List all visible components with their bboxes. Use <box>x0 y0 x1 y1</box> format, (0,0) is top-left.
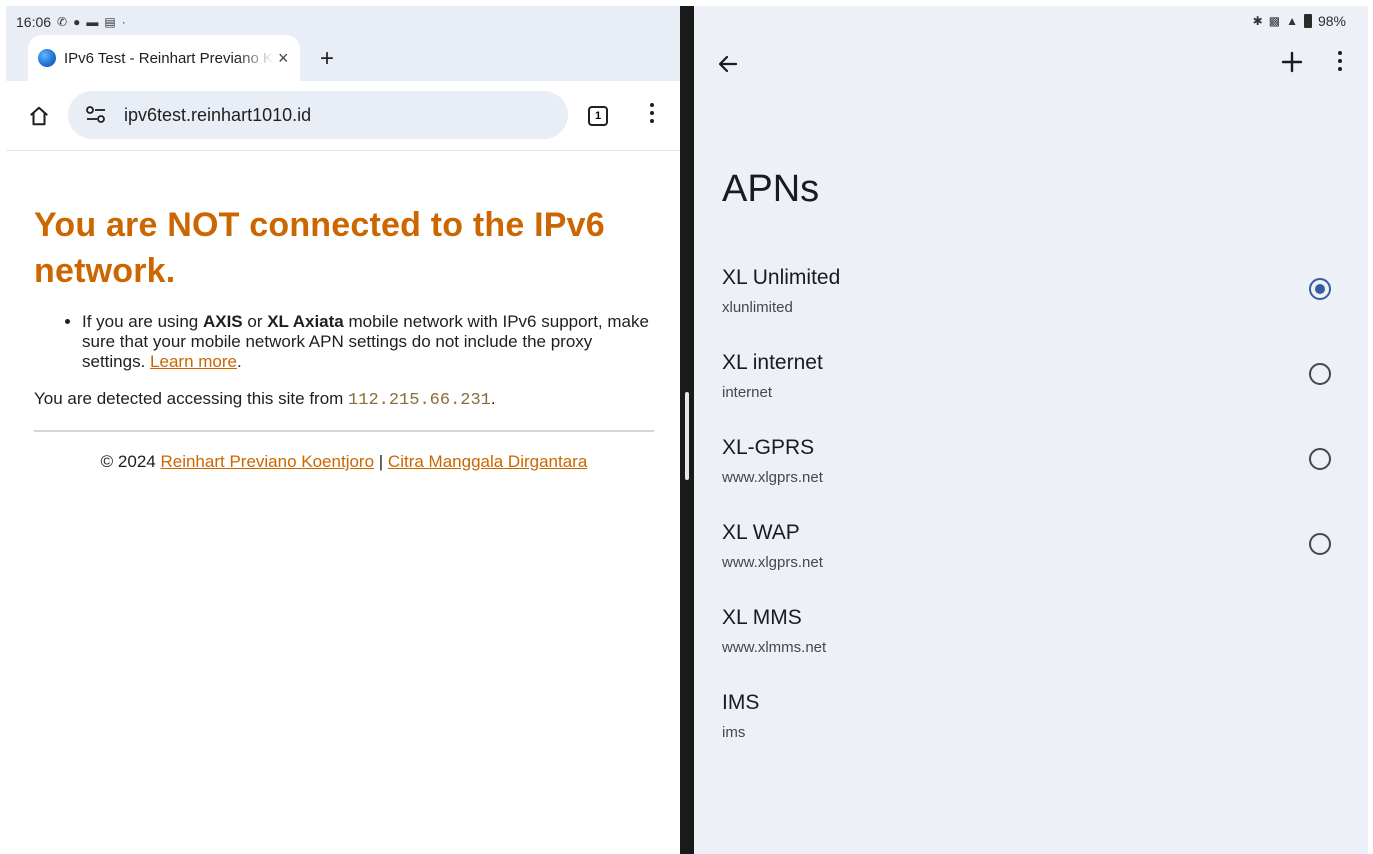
apn-item-ims[interactable]: IMS ims <box>694 677 1368 762</box>
apn-item-xl-mms[interactable]: XL MMS www.xlmms.net <box>694 592 1368 677</box>
page-footer: © 2024 Reinhart Previano Koentjoro | Cit… <box>34 452 654 472</box>
apn-value: xlunlimited <box>722 299 793 316</box>
apn-list: XL Unlimited xlunlimited XL internet int… <box>694 252 1368 762</box>
apn-name: XL-GPRS <box>722 436 815 459</box>
apn-value: internet <box>722 384 773 401</box>
bullet-bold-xl: XL Axiata <box>267 312 344 331</box>
browser-chrome: 16:06 ✆ ● ▬ ▤ · IPv6 Test - Reinhart Pre… <box>6 6 680 151</box>
radio-unselected[interactable] <box>1309 448 1331 470</box>
status-bar-right: ✱ ▩ ▲ 98% <box>1253 10 1346 32</box>
apn-name: XL Unlimited <box>722 266 841 289</box>
lte-icon: ▩ <box>1268 14 1281 28</box>
learn-more-link[interactable]: Learn more <box>150 352 237 371</box>
browser-pane: 16:06 ✆ ● ▬ ▤ · IPv6 Test - Reinhart Pre… <box>6 6 680 854</box>
apn-value: www.xlgprs.net <box>722 554 823 571</box>
tab-title: IPv6 Test - Reinhart Previano Koentjoro <box>64 49 274 67</box>
browser-tab-active[interactable]: IPv6 Test - Reinhart Previano Koentjoro … <box>28 35 300 81</box>
new-tab-button[interactable]: + <box>314 46 340 72</box>
site-settings-icon[interactable] <box>86 106 106 124</box>
chat-icon: ● <box>73 15 81 29</box>
apn-value: www.xlgprs.net <box>722 469 823 486</box>
detected-suffix: . <box>490 389 496 408</box>
apn-value: www.xlmms.net <box>722 639 827 656</box>
footer-separator: | <box>374 452 388 471</box>
settings-pane: ✱ ▩ ▲ 98% APNs XL Unlimited xlunlimited … <box>694 6 1368 854</box>
tab-switcher-button[interactable]: 1 <box>588 106 608 126</box>
bullet-bold-axis: AXIS <box>202 312 243 331</box>
org-link[interactable]: Citra Manggala Dirgantara <box>388 452 587 471</box>
apn-value: ims <box>722 724 746 741</box>
address-bar[interactable]: ipv6test.reinhart1010.id <box>68 91 568 139</box>
radio-unselected[interactable] <box>1309 533 1331 555</box>
status-time: 16:06 <box>16 14 52 30</box>
signal-icon: ▲ <box>1286 14 1298 28</box>
bullet-text: or <box>242 312 268 331</box>
bullet-text: If you are using <box>82 312 203 331</box>
home-icon[interactable] <box>28 105 50 127</box>
apn-item-xl-unlimited[interactable]: XL Unlimited xlunlimited <box>694 252 1368 337</box>
split-screen-divider[interactable] <box>680 6 694 854</box>
bullet-text: . <box>236 352 242 371</box>
page-headline: You are NOT connected to the IPv6 networ… <box>34 206 605 290</box>
battery-percentage: 98% <box>1317 13 1346 29</box>
whatsapp-icon: ✆ <box>57 15 68 29</box>
status-bar-left: 16:06 ✆ ● ▬ ▤ · <box>16 10 126 34</box>
page-content: You are NOT connected to the IPv6 networ… <box>34 202 654 472</box>
globe-favicon-icon <box>38 49 56 67</box>
dot-icon: · <box>121 15 126 29</box>
apn-name: IMS <box>722 691 760 714</box>
author-link[interactable]: Reinhart Previano Koentjoro <box>160 452 374 471</box>
back-arrow-icon[interactable] <box>716 52 740 76</box>
message-icon: ▬ <box>86 15 99 29</box>
divider-line <box>34 430 654 432</box>
page-title: APNs <box>722 168 820 210</box>
url-text[interactable]: ipv6test.reinhart1010.id <box>124 91 311 139</box>
clapper-icon: ▤ <box>104 15 116 29</box>
battery-icon <box>1303 14 1312 28</box>
apn-item-xl-gprs[interactable]: XL-GPRS www.xlgprs.net <box>694 422 1368 507</box>
apn-name: XL WAP <box>722 521 800 544</box>
detected-prefix: You are detected accessing this site fro… <box>34 389 349 408</box>
apn-item-xl-wap[interactable]: XL WAP www.xlgprs.net <box>694 507 1368 592</box>
more-options-icon[interactable] <box>1336 51 1344 75</box>
apn-name: XL internet <box>722 351 823 374</box>
list-item: If you are using AXIS or XL Axiata mobil… <box>82 312 654 372</box>
tab-close-button[interactable]: × <box>278 48 289 69</box>
add-apn-icon[interactable] <box>1280 50 1304 74</box>
browser-menu-icon[interactable] <box>648 103 656 127</box>
radio-selected[interactable] <box>1309 278 1331 300</box>
radio-unselected[interactable] <box>1309 363 1331 385</box>
apn-item-xl-internet[interactable]: XL internet internet <box>694 337 1368 422</box>
detected-ip-line: You are detected accessing this site fro… <box>34 388 654 412</box>
bluetooth-icon: ✱ <box>1252 14 1263 28</box>
info-list: If you are using AXIS or XL Axiata mobil… <box>34 312 654 372</box>
ip-address: 112.215.66.231 <box>348 391 491 410</box>
footer-copyright: © 2024 <box>100 452 161 471</box>
divider-drag-handle[interactable] <box>685 392 689 480</box>
browser-toolbar: ipv6test.reinhart1010.id 1 <box>6 81 680 151</box>
apn-name: XL MMS <box>722 606 802 629</box>
